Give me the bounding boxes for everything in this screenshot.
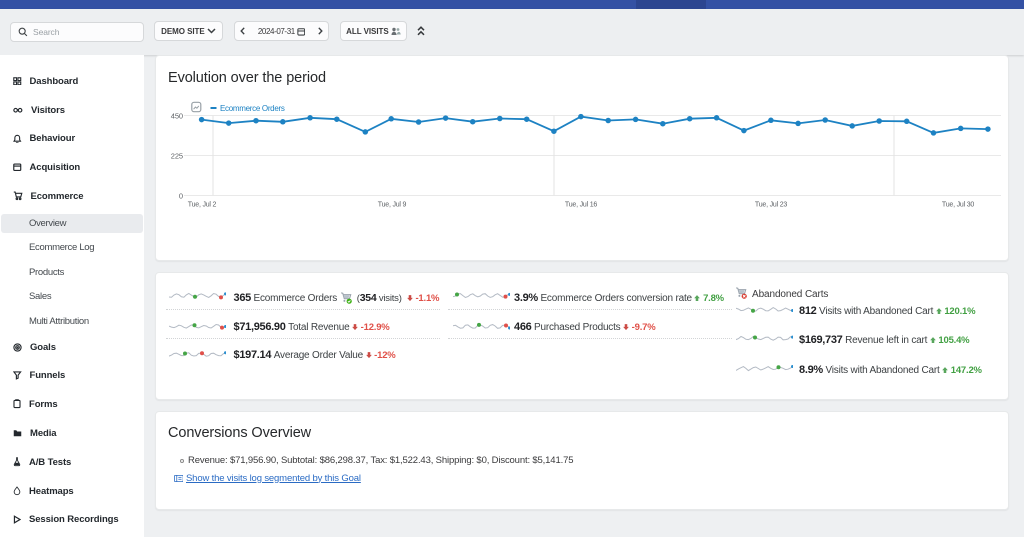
svg-text:Tue, Jul 30: Tue, Jul 30: [942, 202, 974, 209]
svg-text:0: 0: [179, 192, 183, 201]
svg-text:Tue, Jul 16: Tue, Jul 16: [565, 202, 597, 209]
svg-text:Tue, Jul 9: Tue, Jul 9: [378, 202, 407, 209]
svg-text:Tue, Jul 23: Tue, Jul 23: [755, 202, 787, 209]
svg-text:225: 225: [171, 152, 183, 161]
svg-text:450: 450: [171, 112, 183, 121]
svg-text:Tue, Jul 2: Tue, Jul 2: [188, 202, 217, 209]
svg-text:Ecommerce Orders: Ecommerce Orders: [220, 104, 285, 113]
